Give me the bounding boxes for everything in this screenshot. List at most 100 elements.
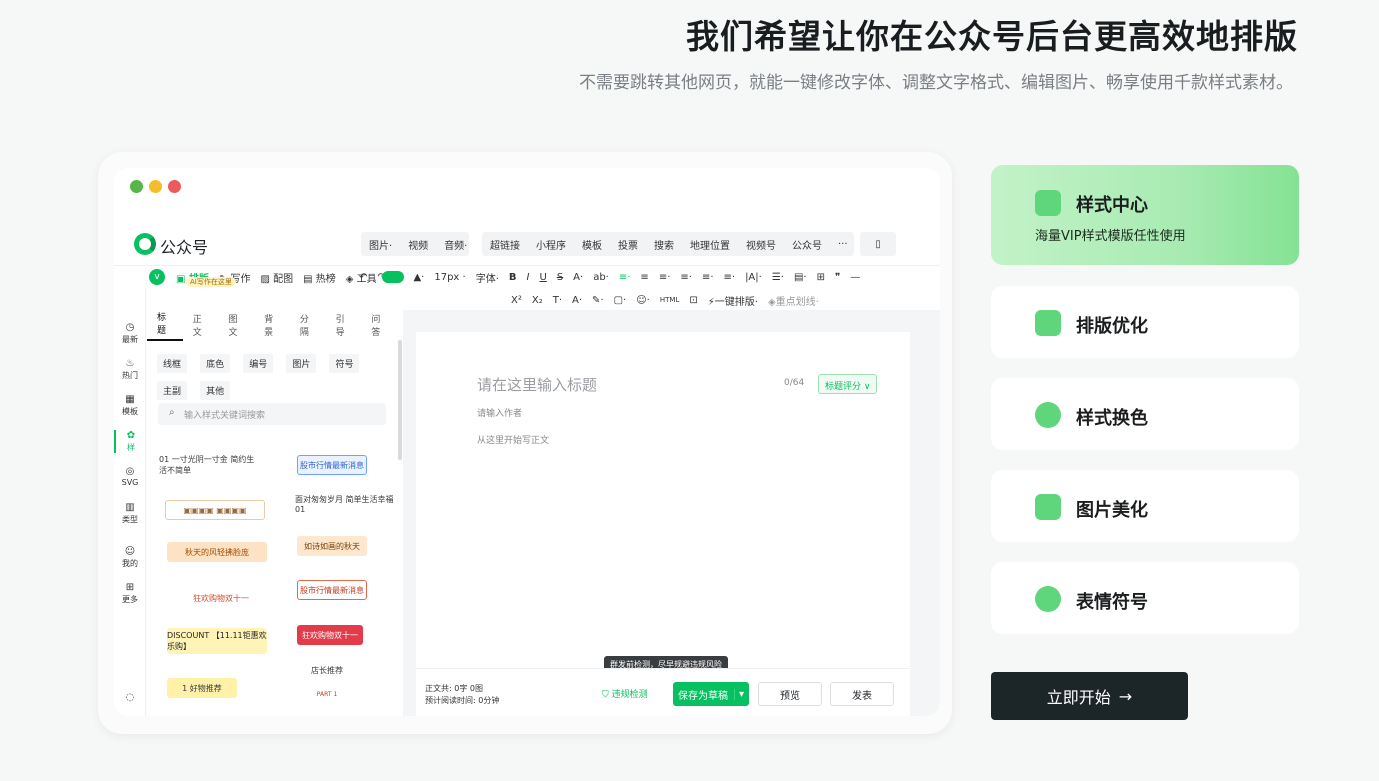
superscript-button[interactable]: X²: [506, 295, 527, 306]
chip-other[interactable]: 其他: [200, 381, 231, 400]
style-template-3[interactable]: 秋天的风轻拂脸庞: [167, 542, 267, 562]
italic-button[interactable]: I: [522, 272, 535, 283]
style-template-10[interactable]: 股市行情最新消息: [297, 580, 367, 600]
feature-card-emoji[interactable]: 表情符号: [991, 562, 1299, 634]
menu-item-link[interactable]: 超链接: [482, 237, 528, 252]
save-draft-button[interactable]: 保存为草稿 ▾: [673, 682, 749, 706]
html-button[interactable]: HTML: [655, 296, 684, 304]
menu-item-account[interactable]: 公众号: [784, 237, 830, 252]
chip-number[interactable]: 编号: [243, 354, 274, 373]
nav-templates[interactable]: ▦ 模板: [114, 394, 146, 417]
nav-hot[interactable]: ♨ 热门: [114, 358, 146, 381]
align-center-button[interactable]: ≡·: [654, 272, 676, 283]
style-template-7[interactable]: 股市行情最新消息: [297, 455, 367, 475]
subtab-qa[interactable]: 问答: [361, 312, 397, 338]
capture-button[interactable]: ⊡: [684, 295, 702, 306]
nav-support[interactable]: ◌: [114, 692, 146, 704]
feature-card-layout[interactable]: 排版优化: [991, 286, 1299, 358]
subtab-divider[interactable]: 分隔: [290, 312, 326, 338]
image-button[interactable]: ▢·: [609, 295, 632, 306]
menu-item-image[interactable]: 图片·: [361, 237, 400, 252]
style-template-4[interactable]: 狂欢购物双十一: [171, 588, 271, 608]
subtab-title[interactable]: 标题: [147, 310, 183, 341]
font-family-select[interactable]: 字体·: [471, 270, 504, 285]
chip-image[interactable]: 图片: [286, 354, 317, 373]
bold-button[interactable]: B: [504, 272, 522, 283]
letter-spacing-button[interactable]: |A|·: [740, 272, 767, 283]
phone-preview-button[interactable]: ▯: [860, 232, 896, 256]
chip-symbol[interactable]: 符号: [329, 354, 360, 373]
tab-image[interactable]: ▨ 配图: [256, 270, 299, 285]
key-underline-button[interactable]: ◈重点划线·: [763, 293, 824, 308]
feature-card-image[interactable]: 图片美化: [991, 470, 1299, 542]
chip-fill[interactable]: 底色: [200, 354, 231, 373]
nav-styles[interactable]: ✿ 样: [114, 430, 146, 453]
underline-button[interactable]: U: [534, 272, 551, 283]
body-input[interactable]: 从这里开始写正文: [477, 433, 549, 446]
auto-layout-button[interactable]: ⚡一键排版·: [703, 293, 763, 308]
nav-types[interactable]: ▥ 类型: [114, 502, 146, 525]
style-template-2[interactable]: ▣▣▣▣ ▣▣▣▣: [165, 500, 265, 520]
text-case-button[interactable]: T·: [548, 295, 567, 306]
text-box-button[interactable]: ▤·: [789, 272, 812, 283]
line-height-button[interactable]: ≡·: [697, 272, 719, 283]
emoji-button[interactable]: ☺·: [631, 295, 655, 306]
feature-card-recolor[interactable]: 样式换色: [991, 378, 1299, 450]
toggle-switch[interactable]: [381, 271, 404, 283]
nav-more[interactable]: ⊞ 更多: [114, 582, 146, 605]
paragraph-spacing-button[interactable]: ≡·: [719, 272, 741, 283]
menu-item-channels[interactable]: 视频号: [738, 237, 784, 252]
quote-button[interactable]: ❞: [830, 272, 845, 283]
style-template-1[interactable]: 01 一寸光阴一寸金 简约生活不简单: [159, 452, 259, 478]
style-template-13[interactable]: PART 1: [297, 688, 357, 700]
indent-button[interactable]: ≡: [635, 272, 653, 283]
format-painter-icon[interactable]: ▲·: [408, 272, 429, 283]
style-template-6[interactable]: 1 好物推荐: [167, 678, 237, 698]
font-size-select[interactable]: 17px ·: [429, 272, 470, 283]
nav-svg[interactable]: ◎ SVG: [114, 466, 146, 487]
align-right-button[interactable]: ≡·: [675, 272, 697, 283]
menu-item-search[interactable]: 搜索: [646, 237, 682, 252]
menu-item-miniprogram[interactable]: 小程序: [528, 237, 574, 252]
menu-item-location[interactable]: 地理位置: [682, 237, 738, 252]
nav-mine[interactable]: ☺ 我的: [114, 546, 146, 569]
highlight-button[interactable]: A·: [567, 295, 587, 306]
tab-tools[interactable]: ◈ 工具: [341, 270, 382, 285]
menu-item-more[interactable]: ···: [830, 239, 856, 250]
style-template-5[interactable]: DISCOUNT 【11.11钜惠欢乐购】: [167, 628, 267, 654]
style-template-12[interactable]: 店长推荐: [297, 660, 357, 680]
publish-button[interactable]: 发表: [830, 682, 894, 706]
menu-item-vote[interactable]: 投票: [610, 237, 646, 252]
menu-item-video[interactable]: 视频: [400, 237, 436, 252]
list-button[interactable]: ☰·: [767, 272, 789, 283]
subtab-imagetext[interactable]: 图文: [218, 312, 254, 338]
subtab-guide[interactable]: 引导: [326, 312, 362, 338]
title-score-button[interactable]: 标题评分 ∨: [818, 374, 878, 394]
align-left-button[interactable]: ≡·: [614, 272, 636, 283]
style-template-11[interactable]: 狂欢购物双十一: [297, 625, 363, 645]
nav-latest[interactable]: ◷ 最新: [114, 322, 146, 345]
divider-button[interactable]: —: [845, 272, 865, 283]
subtab-background[interactable]: 背景: [254, 312, 290, 338]
panel-scrollbar[interactable]: [398, 340, 402, 460]
tab-hot[interactable]: ▤ 热榜: [298, 270, 341, 285]
strike-button[interactable]: S: [552, 272, 568, 283]
preview-button[interactable]: 预览: [758, 682, 822, 706]
start-button[interactable]: 立即开始 →: [991, 672, 1188, 720]
bg-color-button[interactable]: ab·: [588, 272, 614, 283]
menu-item-template[interactable]: 模板: [574, 237, 610, 252]
feature-card-style-center[interactable]: 样式中心 海量VIP样式模版任性使用: [991, 165, 1299, 265]
article-title-input[interactable]: 请在这里输入标题: [477, 374, 597, 395]
style-template-9[interactable]: 如诗如画的秋天: [297, 536, 367, 556]
table-button[interactable]: ⊞: [812, 272, 830, 283]
author-input[interactable]: 请输入作者: [477, 406, 522, 419]
font-color-button[interactable]: A·: [568, 272, 588, 283]
chip-subtitle[interactable]: 主副: [157, 381, 188, 400]
magic-button[interactable]: ✎·: [587, 295, 609, 306]
chip-frame[interactable]: 线框: [157, 354, 188, 373]
subscript-button[interactable]: X₂: [527, 295, 548, 306]
menu-item-audio[interactable]: 音频·: [436, 237, 475, 252]
subtab-body[interactable]: 正文: [183, 312, 219, 338]
style-template-8[interactable]: 面对匆匆岁月 简单生活幸福 01: [295, 490, 395, 518]
style-search-input[interactable]: 输入样式关键词搜索: [158, 403, 386, 425]
